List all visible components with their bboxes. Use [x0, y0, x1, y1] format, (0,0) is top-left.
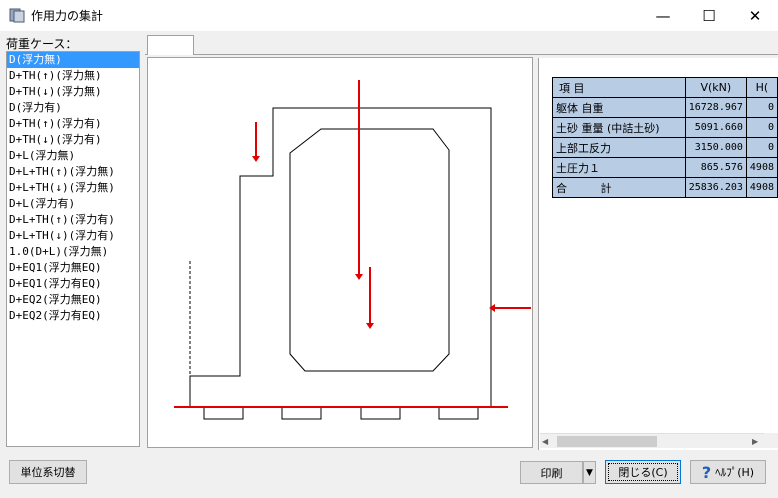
unit-switch-button[interactable]: 単位系切替: [9, 460, 87, 484]
arrow-head-soil-weight: [366, 323, 374, 329]
table-row: 上部工反力 3150.000 0: [552, 137, 778, 158]
footing-pad-3: [360, 406, 401, 420]
tab-1[interactable]: [147, 35, 194, 55]
load-case-item[interactable]: D+L+TH(↑)(浮力無): [7, 164, 139, 180]
arrow-head-self-weight: [355, 274, 363, 280]
load-case-item[interactable]: D+TH(↑)(浮力有): [7, 116, 139, 132]
table-total-row: 合 計 25836.203 4908: [552, 177, 778, 198]
structure-drawing: [147, 57, 533, 448]
column-header-h: H(: [745, 77, 778, 98]
row-v-value: 5091.660: [684, 117, 747, 138]
force-table: 項 目 V(kN) H( 躯体 自重 16728.967 0 土砂 重量 (中詰…: [552, 77, 778, 198]
title-bar: 作用力の集計 — ☐ ✕: [0, 0, 778, 31]
load-case-item[interactable]: D+TH(↑)(浮力無): [7, 68, 139, 84]
footing-pad-2: [281, 406, 322, 420]
table-row: 土圧力１ 865.576 4908: [552, 157, 778, 178]
row-h-value: 0: [745, 97, 778, 118]
column-header-v: V(kN): [684, 77, 747, 98]
total-h-value: 4908: [745, 177, 778, 198]
close-button[interactable]: 閉じる(C): [605, 460, 681, 484]
maximize-button[interactable]: ☐: [686, 0, 732, 31]
help-button-label: ﾍﾙﾌﾟ(H): [715, 466, 755, 479]
table-horizontal-scrollbar[interactable]: ◀ ▶: [540, 433, 764, 448]
force-table-pane: 項 目 V(kN) H( 躯体 自重 16728.967 0 土砂 重量 (中詰…: [538, 58, 778, 450]
row-v-value: 865.576: [684, 157, 747, 178]
load-case-item[interactable]: D(浮力無): [7, 52, 139, 68]
inner-cavity: [289, 128, 450, 372]
table-row: 躯体 自重 16728.967 0: [552, 97, 778, 118]
row-v-value: 3150.000: [684, 137, 747, 158]
arrow-head-earth-pressure: [489, 304, 495, 312]
load-case-list[interactable]: D(浮力無) D+TH(↑)(浮力無) D+TH(↓)(浮力無) D(浮力有) D+TH…: [6, 51, 140, 447]
scroll-corner: [764, 433, 778, 448]
window-title: 作用力の集計: [31, 9, 104, 23]
footing-pad-4: [438, 406, 479, 420]
load-case-item[interactable]: D+L+TH(↓)(浮力有): [7, 228, 139, 244]
total-label: 合 計: [552, 177, 686, 198]
row-h-value: 0: [745, 137, 778, 158]
row-h-value: 0: [745, 117, 778, 138]
row-label: 躯体 自重: [552, 97, 686, 118]
load-case-label: 荷重ケース：: [6, 37, 78, 51]
load-case-item[interactable]: D+EQ2(浮力無EQ): [7, 292, 139, 308]
load-case-item[interactable]: D+EQ2(浮力有EQ): [7, 308, 139, 324]
arrow-head-upper-load: [252, 156, 260, 162]
tab-strip: [145, 33, 778, 55]
print-button[interactable]: 印刷: [520, 461, 583, 484]
scroll-left-icon[interactable]: ◀: [542, 436, 553, 447]
close-button-label: 閉じる(C): [608, 463, 678, 481]
load-case-item[interactable]: D+L(浮力無): [7, 148, 139, 164]
scroll-thumb[interactable]: [557, 436, 657, 447]
close-window-button[interactable]: ✕: [732, 0, 778, 31]
row-h-value: 4908: [745, 157, 778, 178]
load-case-item[interactable]: D+EQ1(浮力有EQ): [7, 276, 139, 292]
load-case-item[interactable]: D+TH(↓)(浮力無): [7, 84, 139, 100]
load-case-item[interactable]: D(浮力有): [7, 100, 139, 116]
row-label: 土圧力１: [552, 157, 686, 178]
total-v-value: 25836.203: [684, 177, 747, 198]
load-case-item[interactable]: D+EQ1(浮力無EQ): [7, 260, 139, 276]
minimize-button[interactable]: —: [640, 0, 686, 31]
help-button[interactable]: ? ﾍﾙﾌﾟ(H): [690, 460, 766, 484]
table-header-row: 項 目 V(kN) H(: [552, 77, 778, 98]
footing-pad-1: [203, 406, 244, 420]
row-label: 上部工反力: [552, 137, 686, 158]
app-window-icon: [9, 8, 25, 23]
load-case-item[interactable]: D+L+TH(↑)(浮力有): [7, 212, 139, 228]
structure-outline: [189, 107, 492, 408]
load-case-item[interactable]: 1.0(D+L)(浮力無): [7, 244, 139, 260]
load-case-item[interactable]: D+L(浮力有): [7, 196, 139, 212]
print-dropdown-button[interactable]: ▼: [583, 461, 596, 484]
row-v-value: 16728.967: [684, 97, 747, 118]
load-case-item[interactable]: D+L+TH(↓)(浮力無): [7, 180, 139, 196]
help-icon: ?: [701, 462, 712, 482]
scroll-right-icon[interactable]: ▶: [752, 436, 763, 447]
row-label: 土砂 重量 (中詰土砂): [552, 117, 686, 138]
structure-diagram: [174, 80, 531, 420]
table-row: 土砂 重量 (中詰土砂) 5091.660 0: [552, 117, 778, 138]
column-header-item: 項 目: [552, 77, 686, 98]
load-case-item[interactable]: D+TH(↓)(浮力有): [7, 132, 139, 148]
